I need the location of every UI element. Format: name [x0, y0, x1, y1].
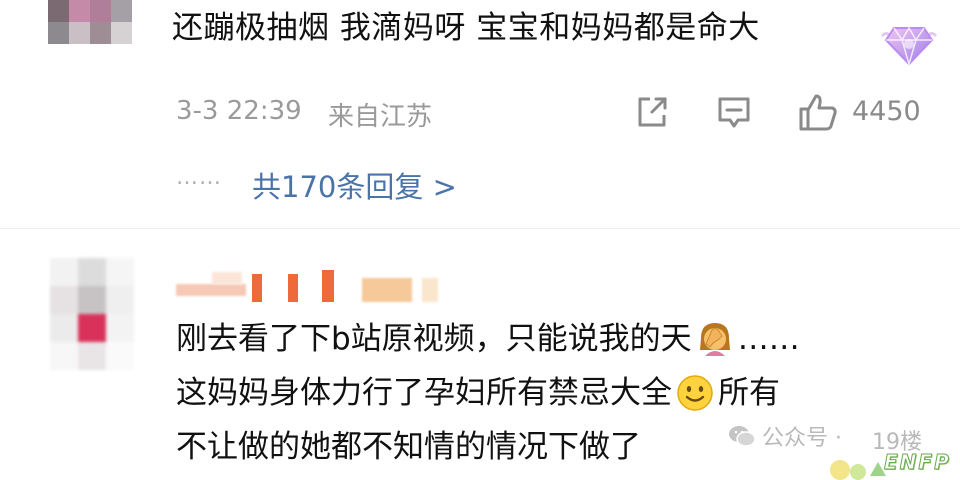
enfp-sticker: ENFP — [820, 448, 960, 480]
like-count: 4450 — [852, 96, 921, 127]
avatar[interactable] — [50, 258, 134, 370]
facepalm-emoji — [696, 320, 734, 358]
username-redacted — [176, 268, 446, 302]
comment-icon — [718, 97, 750, 128]
avatar[interactable] — [48, 0, 132, 44]
comment-location: 来自江苏 — [328, 102, 433, 132]
comment-button[interactable] — [714, 92, 754, 132]
enfp-label: ENFP — [884, 450, 951, 475]
like-icon — [799, 94, 837, 131]
view-replies-link[interactable]: 共170条回复 > — [252, 164, 457, 206]
comment-line: 这妈妈身体力行了孕妇所有禁忌大全 — [176, 375, 672, 411]
comment-line: 不让做的她都不知情的情况下做了 — [176, 429, 641, 465]
wechat-icon — [729, 426, 756, 447]
comment-text: 还蹦极抽烟 我滴妈呀 宝宝和妈妈都是命大 — [172, 10, 760, 46]
comment-line: 所有 — [718, 375, 780, 411]
divider — [0, 228, 960, 229]
comment-time: 3-3 22:39 — [176, 96, 302, 126]
comment-line: 刚去看了下b站原视频，只能说我的天 — [176, 321, 692, 357]
smile-emoji — [676, 374, 714, 412]
share-button[interactable] — [632, 92, 672, 132]
like-button[interactable] — [798, 92, 838, 132]
replies-indent-dots: …… — [176, 165, 222, 190]
diamond-badge-icon — [878, 14, 940, 70]
comment-line: …… — [737, 321, 800, 357]
share-icon — [638, 97, 667, 127]
